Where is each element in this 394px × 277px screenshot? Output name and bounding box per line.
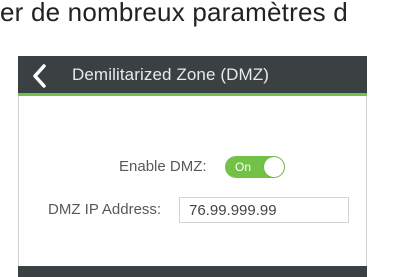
back-button[interactable] (28, 62, 52, 90)
dmz-settings-screen: Demilitarized Zone (DMZ) Enable DMZ: On … (18, 56, 367, 277)
dmz-ip-label: DMZ IP Address: (48, 201, 162, 218)
enable-dmz-label: Enable DMZ: (119, 158, 207, 175)
toggle-knob[interactable] (264, 157, 284, 177)
app-header: Demilitarized Zone (DMZ) (18, 56, 367, 96)
page-text-fragment: er de nombreux paramètres d (0, 0, 348, 27)
dmz-form-panel: Enable DMZ: On DMZ IP Address: (18, 96, 367, 266)
page-title: Demilitarized Zone (DMZ) (72, 65, 269, 84)
chevron-left-icon (33, 64, 46, 88)
enable-dmz-toggle[interactable]: On (225, 156, 285, 178)
toggle-state-label: On (235, 160, 252, 174)
footer-bar (18, 266, 367, 277)
dmz-ip-address-field[interactable] (179, 197, 349, 223)
